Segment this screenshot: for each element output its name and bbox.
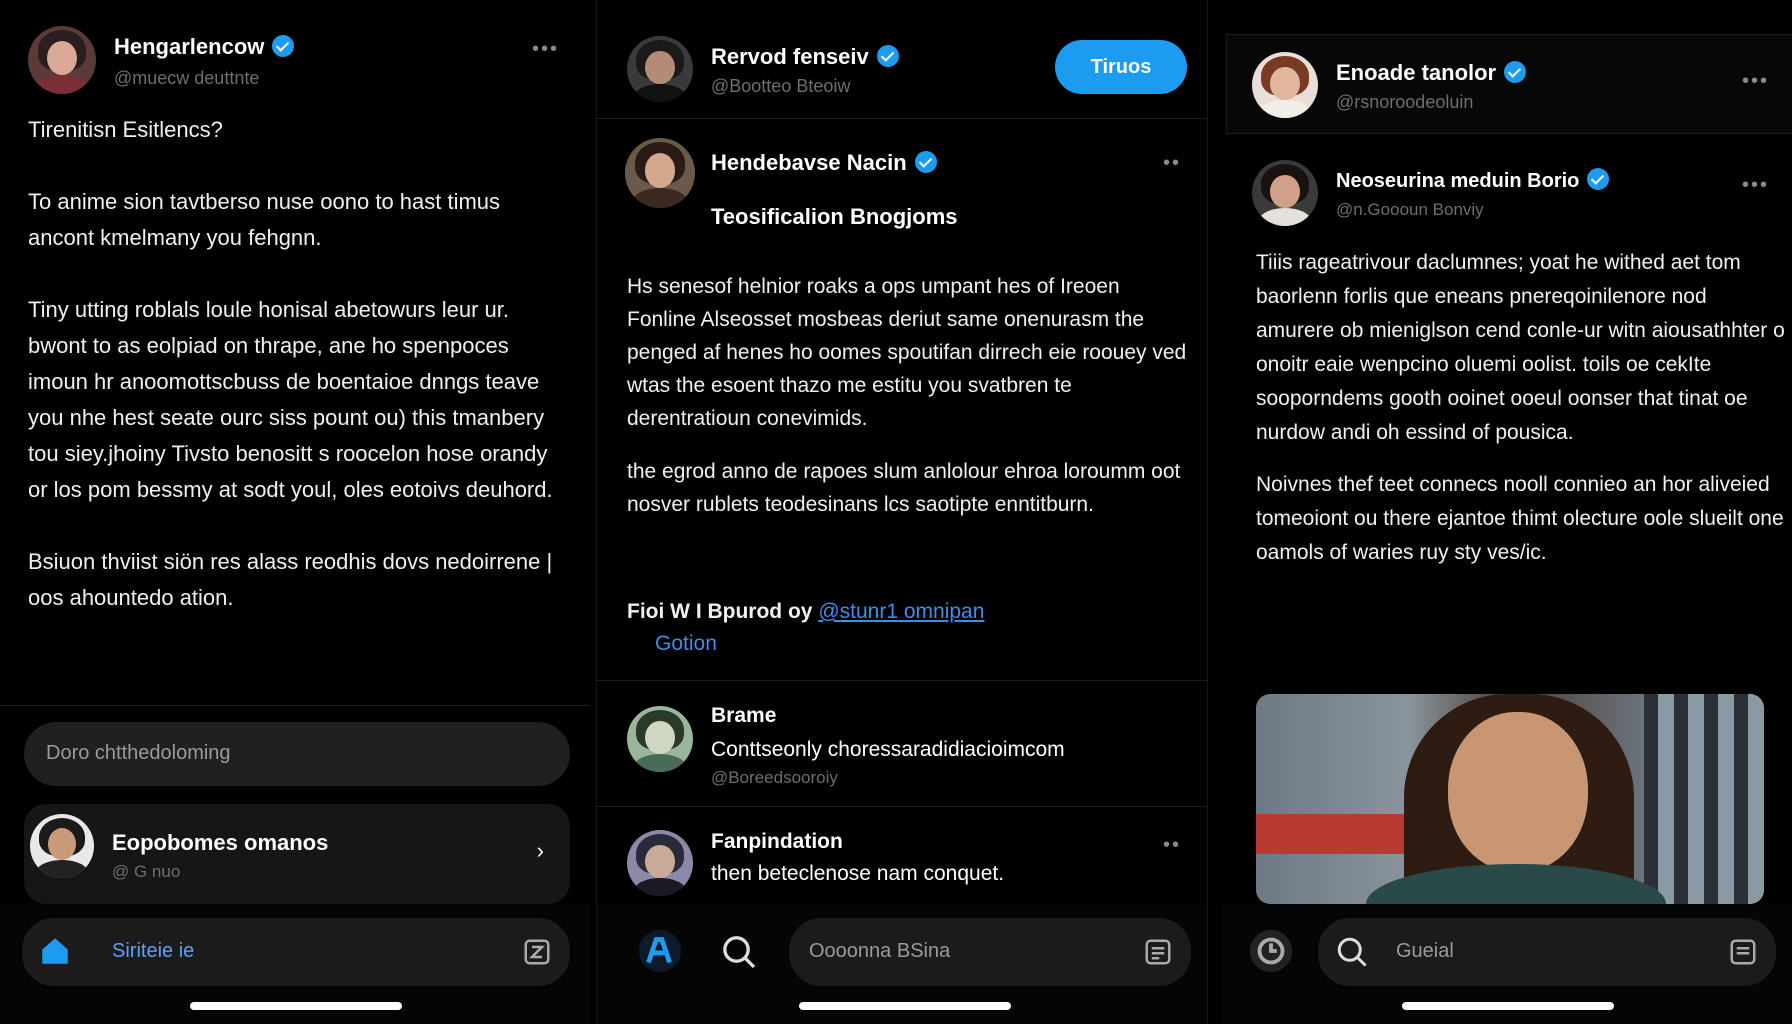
app-logo-icon[interactable] (1248, 928, 1294, 974)
search-icon[interactable] (719, 932, 759, 972)
left-phone-screen: Hengarlencow @muecw deuttnte ••• Tirenit… (0, 0, 590, 1024)
list-item[interactable]: Fanpindation then beteclenose nam conque… (597, 808, 1207, 904)
mention-link[interactable]: @stunr1 omnipan (818, 600, 984, 623)
profile-name[interactable]: Enoade tanolor (1336, 60, 1527, 86)
more-options-icon[interactable]: •• (1163, 834, 1181, 857)
search-placeholder: Gueial (1396, 940, 1454, 962)
post-paragraph: Noivnes thef teet connecs nooll connieo … (1256, 473, 1784, 564)
mention-link-continued[interactable]: Gotion (655, 632, 717, 655)
item-text: then beteclenose nam conquet. (711, 862, 1005, 885)
post-title: Tirenitisn Esitlencs? (28, 117, 223, 142)
footer-prefix: Fioi W I Bpurod oy (627, 600, 813, 623)
compose-icon[interactable] (1728, 937, 1758, 967)
profile-name[interactable]: Rervod fenseiv (711, 44, 899, 70)
divider (597, 806, 1207, 807)
post-paragraph: Tiiis rageatrivour daclumnes; yoat he wi… (1256, 251, 1785, 444)
item-text: Conttseonly choressaradidiacioimcom (711, 738, 1065, 761)
post-author-avatar[interactable] (1252, 160, 1318, 226)
list-item[interactable]: Brame Conttseonly choressaradidiacioimco… (597, 682, 1207, 806)
search-icon[interactable] (1334, 934, 1370, 970)
home-indicator (799, 1002, 1011, 1010)
home-indicator (190, 1002, 402, 1010)
verified-badge-icon (876, 45, 899, 67)
home-icon[interactable] (38, 934, 72, 968)
verified-badge-icon (914, 151, 937, 173)
search-pill[interactable]: Siriteie ie (22, 918, 570, 986)
item-name: Fanpindation (711, 830, 843, 853)
more-options-icon[interactable]: ••• (1742, 174, 1769, 197)
profile-avatar[interactable] (1252, 52, 1318, 118)
bottom-bar: Siriteie ie (0, 904, 590, 1024)
post-paragraph: Tiny utting roblals loule honisal abetow… (28, 297, 553, 502)
chevron-right-icon[interactable]: › (537, 838, 544, 864)
post-author-handle: @n.Goooun Bonviy (1336, 200, 1484, 219)
divider (597, 118, 1207, 119)
suggested-name: Eopobomes omanos (112, 830, 329, 855)
bottom-bar: Gueial (1222, 904, 1792, 1024)
item-sub: @Boreedsooroiy (711, 768, 838, 787)
suggested-account-card[interactable]: Eopobomes omanos @ G nuo › (24, 804, 570, 904)
divider (597, 680, 1207, 681)
compose-icon[interactable] (1143, 937, 1173, 967)
post-photo[interactable] (1256, 694, 1764, 904)
author-avatar[interactable] (28, 26, 96, 94)
compose-icon[interactable] (522, 937, 552, 967)
post-body: Tiiis rageatrivour daclumnes; yoat he wi… (1256, 246, 1786, 570)
item-avatar (627, 830, 693, 896)
app-logo-icon[interactable] (637, 928, 683, 974)
post-paragraph: Bsiuon thviist siön res alass reodhis do… (28, 549, 553, 610)
search-input[interactable]: Oooonna BSina (789, 918, 1191, 986)
verified-badge-icon (272, 35, 295, 57)
suggested-handle: @ G nuo (112, 862, 181, 881)
profile-handle: @rsnoroodeoluin (1336, 92, 1474, 112)
verified-badge-icon (1587, 168, 1610, 190)
middle-phone-screen: Rervod fenseiv @Bootteo Bteoiw Tiruos He… (596, 0, 1208, 1024)
post-title: Teosificalion Bnogjoms (711, 204, 958, 229)
post-author-avatar[interactable] (625, 138, 695, 208)
more-options-icon[interactable]: •• (1163, 152, 1181, 175)
right-phone-screen: Enoade tanolor @rsnoroodeoluin ••• Neose… (1222, 0, 1792, 1024)
post-paragraph: To anime sion tavtberso nuse oono to has… (28, 189, 501, 250)
post-paragraph: Hs senesof helnior roaks a ops umpant he… (627, 275, 1187, 430)
verified-badge-icon (1504, 61, 1527, 83)
reply-placeholder: Doro chtthedoloming (46, 742, 231, 764)
post-body: To anime sion tavtberso nuse oono to has… (28, 184, 568, 616)
author-name[interactable]: Hengarlencow (114, 34, 295, 60)
post-author-name[interactable]: Neoseurina meduin Borio (1336, 168, 1610, 193)
post-body: Hs senesof helnior roaks a ops umpant he… (627, 270, 1193, 521)
profile-handle: @Bootteo Bteoiw (711, 76, 851, 96)
suggested-avatar (30, 814, 94, 878)
post-footer: Fioi W I Bpurod oy @stunr1 omnipan Gotio… (627, 596, 1193, 660)
search-input[interactable]: Gueial (1318, 918, 1776, 986)
more-options-icon[interactable]: ••• (532, 38, 559, 61)
photo-subject-face (1448, 712, 1588, 872)
more-options-icon[interactable]: ••• (1742, 70, 1769, 93)
post-author-name[interactable]: Hendebavse Nacin (711, 150, 937, 176)
photo-background-train (1256, 814, 1406, 854)
item-avatar (627, 706, 693, 772)
follow-button[interactable]: Tiruos (1055, 40, 1187, 94)
author-handle: @muecw deuttnte (114, 68, 260, 88)
home-indicator (1402, 1002, 1614, 1010)
post-paragraph: the egrod anno de rapoes slum anlolour e… (627, 460, 1181, 516)
profile-avatar[interactable] (627, 36, 693, 102)
photo-background-window (1644, 694, 1764, 904)
item-name: Brame (711, 704, 777, 727)
bottom-bar: Oooonna BSina (597, 904, 1207, 1024)
search-label: Siriteie ie (112, 940, 195, 962)
search-placeholder: Oooonna BSina (809, 940, 951, 962)
reply-input[interactable]: Doro chtthedoloming (24, 722, 570, 786)
divider (0, 705, 590, 706)
